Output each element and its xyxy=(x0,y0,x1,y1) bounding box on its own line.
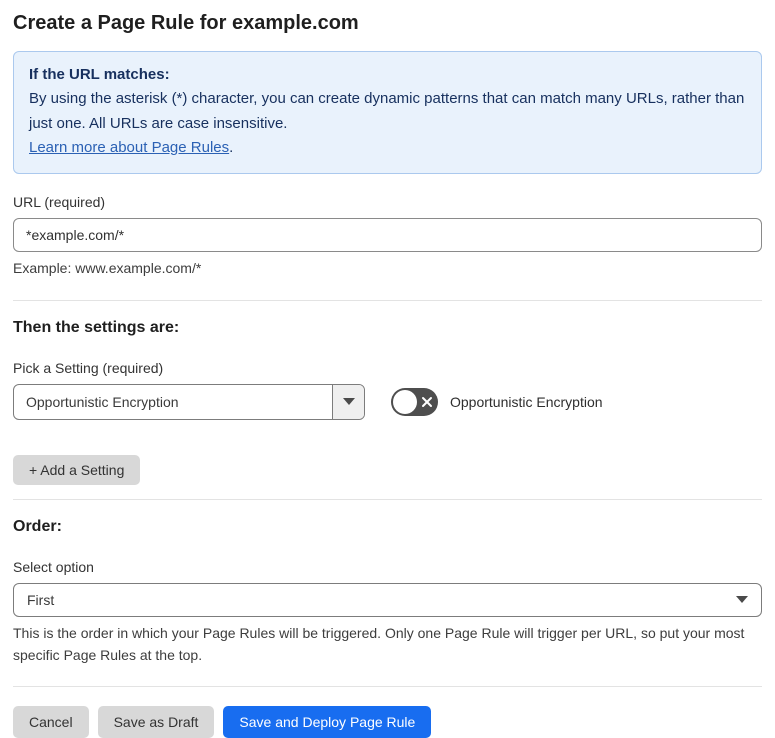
opportunistic-encryption-toggle[interactable] xyxy=(391,387,438,416)
info-box-body: By using the asterisk (*) character, you… xyxy=(29,90,745,132)
order-helper-text: This is the order in which your Page Rul… xyxy=(13,624,745,663)
pick-setting-label: Pick a Setting (required) xyxy=(13,359,164,376)
link-suffix: . xyxy=(229,138,234,156)
setting-toggle-group: Opportunistic Encryption xyxy=(391,387,603,416)
page-rule-form: Create a Page Rule for example.com If th… xyxy=(0,0,775,738)
divider xyxy=(13,686,762,688)
form-actions: Cancel Save as Draft Save and Deploy Pag… xyxy=(13,706,762,738)
toggle-off-x-icon xyxy=(420,395,434,409)
toggle-label: Opportunistic Encryption xyxy=(450,393,603,410)
info-box-heading: If the URL matches: xyxy=(29,66,170,83)
setting-dropdown[interactable]: Opportunistic Encryption xyxy=(13,383,365,420)
chevron-down-icon xyxy=(736,596,748,604)
toggle-knob xyxy=(393,389,417,414)
order-select[interactable]: First xyxy=(13,582,762,617)
page-title: Create a Page Rule for example.com xyxy=(13,12,359,34)
save-and-deploy-button[interactable]: Save and Deploy Page Rule xyxy=(223,706,432,738)
order-select-label: Select option xyxy=(13,558,94,575)
url-input[interactable] xyxy=(13,218,762,253)
chevron-down-icon xyxy=(342,398,355,406)
add-setting-button[interactable]: + Add a Setting xyxy=(13,454,141,485)
url-example-helper: Example: www.example.com/* xyxy=(13,260,202,277)
settings-section-heading: Then the settings are: xyxy=(13,318,180,336)
cancel-button[interactable]: Cancel xyxy=(13,706,89,738)
url-match-info-box: If the URL matches: By using the asteris… xyxy=(13,51,762,175)
setting-dropdown-arrow-button[interactable] xyxy=(332,384,364,419)
save-as-draft-button[interactable]: Save as Draft xyxy=(97,706,215,738)
setting-row: Opportunistic Encryption Opportunistic E… xyxy=(13,383,762,420)
url-field-label: URL (required) xyxy=(13,194,106,211)
learn-more-link[interactable]: Learn more about Page Rules xyxy=(29,139,229,156)
order-section-heading: Order: xyxy=(13,517,62,535)
setting-dropdown-value: Opportunistic Encryption xyxy=(26,393,179,410)
divider xyxy=(13,299,762,301)
order-select-value: First xyxy=(27,591,55,608)
info-box-link-line: Learn more about Page Rules. xyxy=(29,136,746,160)
divider xyxy=(13,498,762,500)
